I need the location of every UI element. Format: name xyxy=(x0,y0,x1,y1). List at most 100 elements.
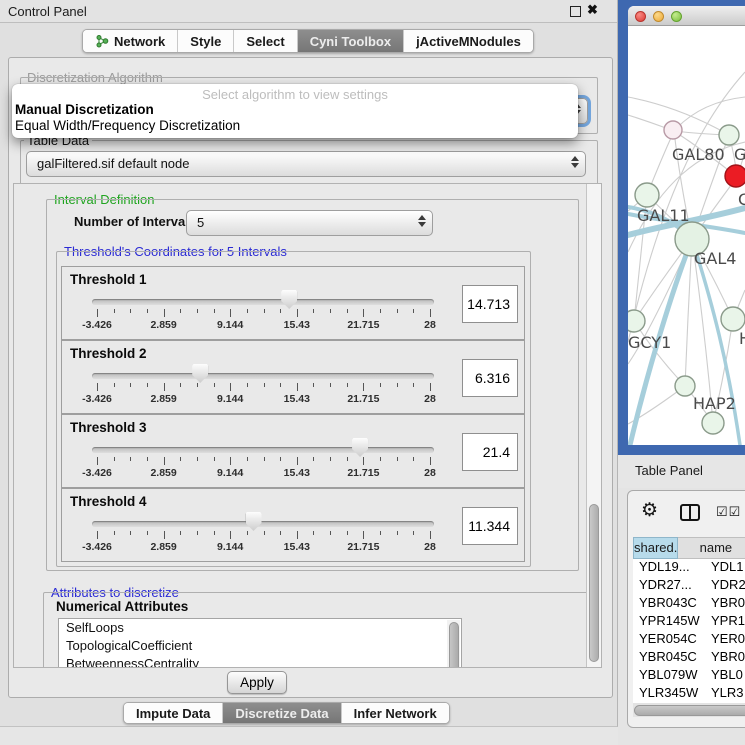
table-row[interactable]: YBR043CYBR0 xyxy=(633,595,745,613)
dropdown-option-manual-discretization[interactable]: Manual Discretization xyxy=(15,102,154,117)
list-scrollbar[interactable] xyxy=(447,620,460,668)
right-region: GAL80 GA GAL11 C GAL4 GCY1 H HAP2 Table … xyxy=(618,0,745,745)
threshold-2-label: Threshold 2 xyxy=(70,346,147,361)
apply-button[interactable]: Apply xyxy=(227,671,287,694)
table-row[interactable]: YPR145WYPR1 xyxy=(633,613,745,631)
zoom-traffic-light-icon[interactable] xyxy=(671,11,682,22)
tab-jactivemnodules[interactable]: jActiveMNodules xyxy=(404,30,533,52)
threshold-2-slider-thumb[interactable] xyxy=(192,364,208,383)
network-view-window: GAL80 GA GAL11 C GAL4 GCY1 H HAP2 xyxy=(628,6,745,445)
tab-network[interactable]: Network xyxy=(83,30,178,52)
dropdown-option-equal-width[interactable]: Equal Width/Frequency Discretization xyxy=(15,118,240,133)
tab-select[interactable]: Select xyxy=(234,30,297,52)
combo-stepper-icon xyxy=(418,215,426,227)
node-label: GCY1 xyxy=(628,333,671,352)
table-row[interactable]: YDL19...YDL1 xyxy=(633,559,745,577)
slider-tick-labels: -3.4262.8599.14415.4321.71528 xyxy=(97,393,430,407)
threshold-1-slider-thumb[interactable] xyxy=(281,290,297,309)
table-data-combobox[interactable]: galFiltered.sif default node xyxy=(26,151,586,177)
gear-icon[interactable]: ⚙ xyxy=(641,499,658,522)
table-data-combobox-value: galFiltered.sif default node xyxy=(37,156,189,171)
network-node[interactable] xyxy=(702,412,724,434)
table-panel-titlebar: Table Panel xyxy=(618,455,745,488)
threshold-4-value-field[interactable]: 11.344 xyxy=(462,507,518,545)
control-panel-window: Control Panel ✖ Network Style Select Cyn… xyxy=(0,0,618,727)
table-panel-title: Table Panel xyxy=(635,463,703,478)
tab-infer-network[interactable]: Infer Network xyxy=(342,703,449,723)
threshold-3-value-field[interactable]: 21.4 xyxy=(462,433,518,471)
dropdown-hint: Select algorithm to view settings xyxy=(12,87,578,102)
minimize-traffic-light-icon[interactable] xyxy=(653,11,664,22)
node-table: shared... name YDL19...YDL1 YDR27...YDR2… xyxy=(633,537,745,703)
network-icon xyxy=(95,34,109,48)
network-node[interactable] xyxy=(628,310,645,332)
close-traffic-light-icon[interactable] xyxy=(635,11,646,22)
table-horizontal-scrollbar[interactable] xyxy=(633,703,745,717)
node-label: H xyxy=(739,329,745,348)
threshold-3-slider-thumb[interactable] xyxy=(352,438,368,457)
table-row[interactable]: YER054CYER0 xyxy=(633,631,745,649)
numerical-attributes-list: SelfLoops TopologicalCoefficient Between… xyxy=(58,618,462,668)
threshold-3-panel: Threshold 3 -3.4262.8599.14415.4321.7152… xyxy=(61,414,525,488)
tab-impute-data[interactable]: Impute Data xyxy=(124,703,223,723)
top-tab-bar: Network Style Select Cyni Toolbox jActiv… xyxy=(82,29,534,53)
node-label: GA xyxy=(734,145,745,164)
scrollbar-thumb[interactable] xyxy=(634,705,745,716)
node-label: GAL4 xyxy=(694,249,736,268)
threshold-4-slider-track[interactable] xyxy=(92,521,434,527)
threshold-2-slider-track[interactable] xyxy=(92,373,434,379)
table-row[interactable]: YLR345WYLR3 xyxy=(633,685,745,703)
screenshot-root: Control Panel ✖ Network Style Select Cyn… xyxy=(0,0,745,745)
threshold-1-value-field[interactable]: 14.713 xyxy=(462,285,518,323)
threshold-4-slider-thumb[interactable] xyxy=(246,512,262,531)
tab-cyni-toolbox[interactable]: Cyni Toolbox xyxy=(298,30,404,52)
table-header-row: shared... name xyxy=(633,537,745,559)
network-node[interactable] xyxy=(721,307,745,331)
control-panel-titlebar: Control Panel ✖ xyxy=(0,0,617,23)
network-node-selected[interactable] xyxy=(725,165,745,187)
node-label: C xyxy=(738,190,745,209)
table-row[interactable]: YDR27...YDR2 xyxy=(633,577,745,595)
node-label: GAL80 xyxy=(672,145,725,164)
threshold-4-label: Threshold 4 xyxy=(70,494,147,509)
column-header-name[interactable]: name xyxy=(678,537,745,559)
combo-stepper-icon xyxy=(571,156,579,168)
threshold-1-panel: Threshold 1 -3.4262.8599.14415.4321.7152… xyxy=(61,266,525,340)
threshold-1-slider-track[interactable] xyxy=(92,299,434,305)
network-canvas[interactable]: GAL80 GA GAL11 C GAL4 GCY1 H HAP2 xyxy=(628,27,745,445)
list-item[interactable]: TopologicalCoefficient xyxy=(59,637,461,655)
slider-ticks xyxy=(97,531,430,540)
threshold-3-slider-track[interactable] xyxy=(92,447,434,453)
slider-tick-labels: -3.4262.8599.14415.4321.71528 xyxy=(97,467,430,481)
float-icon[interactable] xyxy=(570,6,581,17)
slider-ticks xyxy=(97,457,430,466)
network-window-titlebar xyxy=(628,6,745,26)
close-icon[interactable]: ✖ xyxy=(587,2,598,18)
algorithm-dropdown-popup: Select algorithm to view settings Manual… xyxy=(12,84,578,138)
node-label: GAL11 xyxy=(637,206,690,225)
table-panel: ⚙ ☑☑ shared... name YDL19...YDL1 YDR27..… xyxy=(627,490,745,728)
column-header-shared-name[interactable]: shared... xyxy=(633,537,678,559)
num-intervals-combobox[interactable]: 5 xyxy=(186,210,433,236)
settings-vertical-scrollbar[interactable] xyxy=(586,184,601,667)
columns-icon[interactable] xyxy=(680,504,700,521)
bottom-tab-bar: Impute Data Discretize Data Infer Networ… xyxy=(123,702,450,724)
numerical-attributes-label: Numerical Attributes xyxy=(56,599,188,614)
list-item[interactable]: BetweennessCentrality xyxy=(59,655,461,668)
settings-scroll-viewport: Interval Definition Number of Intervals … xyxy=(13,183,602,668)
network-node[interactable] xyxy=(675,376,695,396)
list-item[interactable]: SelfLoops xyxy=(59,619,461,637)
table-row[interactable]: YBR045CYBR0 xyxy=(633,649,745,667)
threshold-2-panel: Threshold 2 -3.4262.8599.14415.4321.7152… xyxy=(61,340,525,414)
tab-discretize-data[interactable]: Discretize Data xyxy=(223,703,341,723)
scrollbar-thumb[interactable] xyxy=(589,504,599,662)
table-row[interactable]: YBL079WYBL0 xyxy=(633,667,745,685)
network-node[interactable] xyxy=(664,121,682,139)
tab-style[interactable]: Style xyxy=(178,30,234,52)
select-checkboxes-icon[interactable]: ☑☑ xyxy=(716,504,741,520)
threshold-2-value-field[interactable]: 6.316 xyxy=(462,359,518,397)
threshold-3-label: Threshold 3 xyxy=(70,420,147,435)
slider-tick-labels: -3.4262.8599.14415.4321.71528 xyxy=(97,541,430,555)
network-node[interactable] xyxy=(635,183,659,207)
network-node[interactable] xyxy=(719,125,739,145)
